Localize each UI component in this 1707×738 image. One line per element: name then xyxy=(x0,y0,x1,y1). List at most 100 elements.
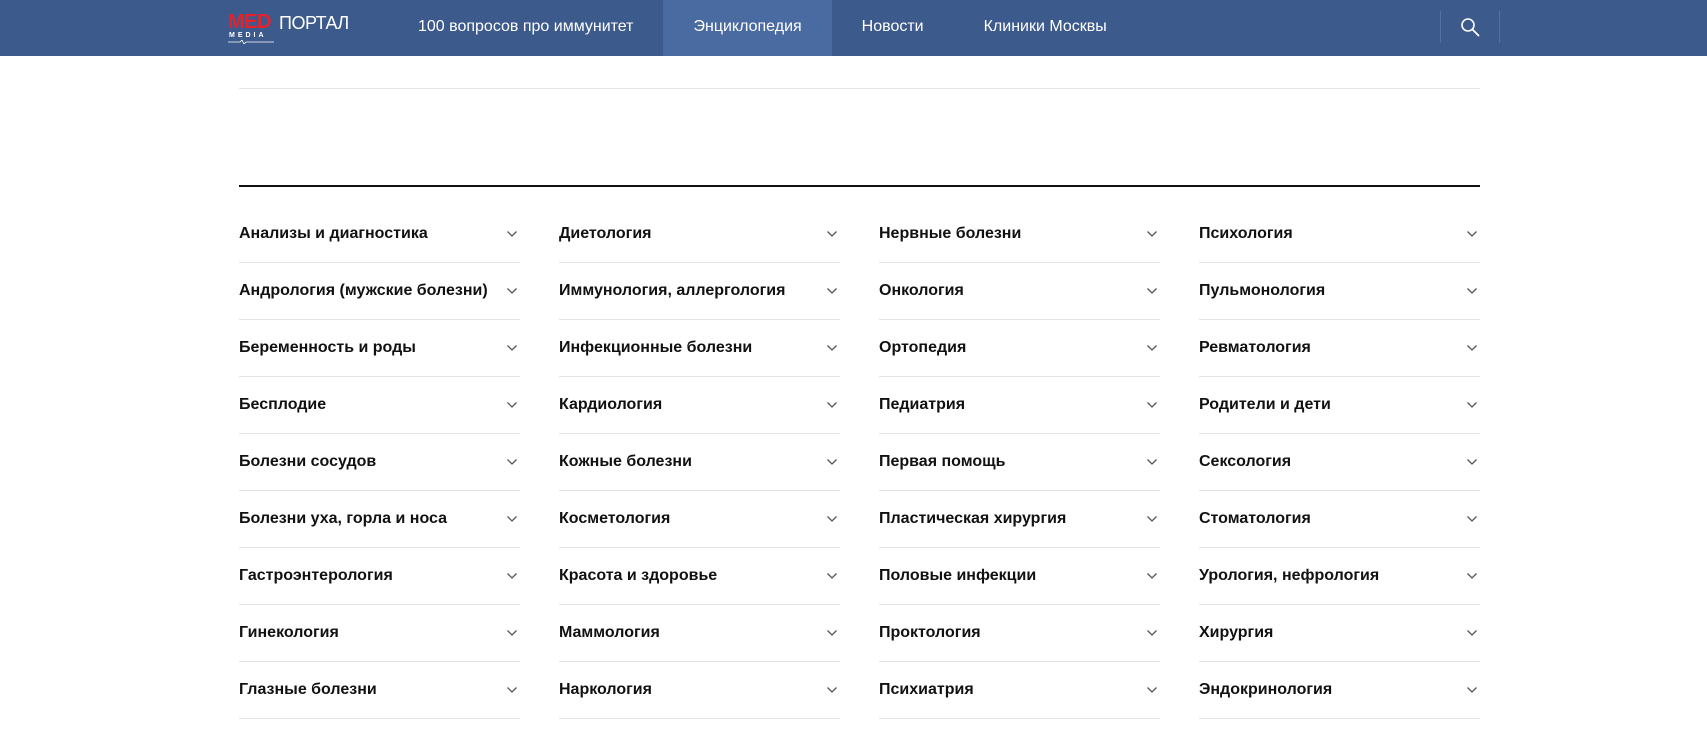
chevron-down-icon[interactable] xyxy=(826,515,838,523)
chevron-down-icon[interactable] xyxy=(506,686,518,694)
category-item[interactable]: Инфекционные болезни xyxy=(559,320,840,377)
chevron-down-icon[interactable] xyxy=(1466,572,1478,580)
category-label: Инфекционные болезни xyxy=(559,338,753,356)
category-item[interactable]: Эндокринология xyxy=(1199,662,1480,719)
category-label: Маммология xyxy=(559,623,660,641)
site-logo[interactable]: MED ПОРТАЛ MEDIA xyxy=(228,12,349,44)
category-item[interactable]: Гинекология xyxy=(239,605,520,662)
chevron-down-icon[interactable] xyxy=(506,230,518,238)
category-label: Пластическая хирургия xyxy=(879,509,1067,527)
category-item[interactable]: Бесплодие xyxy=(239,377,520,434)
search-button[interactable] xyxy=(1440,11,1500,43)
category-item[interactable]: Диетология xyxy=(559,206,840,263)
category-item[interactable]: Педиатрия xyxy=(879,377,1160,434)
chevron-down-icon[interactable] xyxy=(506,458,518,466)
category-item[interactable]: Иммунология, аллергология xyxy=(559,263,840,320)
chevron-down-icon[interactable] xyxy=(1146,344,1158,352)
category-label: Кожные болезни xyxy=(559,452,692,470)
chevron-down-icon[interactable] xyxy=(1146,287,1158,295)
category-item[interactable]: Хирургия xyxy=(1199,605,1480,662)
category-label: Первая помощь xyxy=(879,452,1006,470)
chevron-down-icon[interactable] xyxy=(506,287,518,295)
category-label: Родители и дети xyxy=(1199,395,1331,413)
chevron-down-icon[interactable] xyxy=(1146,515,1158,523)
chevron-down-icon[interactable] xyxy=(1146,458,1158,466)
chevron-down-icon[interactable] xyxy=(826,230,838,238)
category-item[interactable]: Онкология xyxy=(879,263,1160,320)
chevron-down-icon[interactable] xyxy=(506,629,518,637)
chevron-down-icon[interactable] xyxy=(826,401,838,409)
chevron-down-icon[interactable] xyxy=(1466,401,1478,409)
category-item[interactable]: Проктология xyxy=(879,605,1160,662)
category-item[interactable]: Красота и здоровье xyxy=(559,548,840,605)
chevron-down-icon[interactable] xyxy=(1146,629,1158,637)
category-label: Педиатрия xyxy=(879,395,966,413)
chevron-down-icon[interactable] xyxy=(826,572,838,580)
category-item[interactable]: Психиатрия xyxy=(879,662,1160,719)
chevron-down-icon[interactable] xyxy=(1466,287,1478,295)
chevron-down-icon[interactable] xyxy=(506,572,518,580)
nav-item-clinics[interactable]: Клиники Москвы xyxy=(954,0,1137,56)
logo-pulse-line xyxy=(228,40,274,44)
category-item[interactable]: Беременность и роды xyxy=(239,320,520,377)
divider-top xyxy=(239,88,1480,89)
category-label: Андрология (мужские болезни) xyxy=(239,281,488,299)
chevron-down-icon[interactable] xyxy=(826,287,838,295)
category-label: Половые инфекции xyxy=(879,566,1037,584)
category-label: Беременность и роды xyxy=(239,338,416,356)
chevron-down-icon[interactable] xyxy=(1146,686,1158,694)
category-item[interactable]: Косметология xyxy=(559,491,840,548)
category-label: Нервные болезни xyxy=(879,224,1022,242)
category-item[interactable]: Кожные болезни xyxy=(559,434,840,491)
chevron-down-icon[interactable] xyxy=(1466,515,1478,523)
nav-item-encyclopedia[interactable]: Энциклопедия xyxy=(663,0,832,56)
chevron-down-icon[interactable] xyxy=(506,401,518,409)
category-item[interactable]: Первая помощь xyxy=(879,434,1160,491)
chevron-down-icon[interactable] xyxy=(1466,344,1478,352)
category-item[interactable]: Анализы и диагностика xyxy=(239,206,520,263)
chevron-down-icon[interactable] xyxy=(826,686,838,694)
chevron-down-icon[interactable] xyxy=(506,515,518,523)
category-item[interactable]: Стоматология xyxy=(1199,491,1480,548)
chevron-down-icon[interactable] xyxy=(506,344,518,352)
chevron-down-icon[interactable] xyxy=(1466,686,1478,694)
chevron-down-icon[interactable] xyxy=(1146,572,1158,580)
category-item[interactable]: Урология, нефрология xyxy=(1199,548,1480,605)
category-item[interactable]: Болезни уха, горла и носа xyxy=(239,491,520,548)
category-label: Бесплодие xyxy=(239,395,327,413)
category-item[interactable]: Пульмонология xyxy=(1199,263,1480,320)
nav-item-news[interactable]: Новости xyxy=(832,0,954,56)
chevron-down-icon[interactable] xyxy=(1466,629,1478,637)
category-item[interactable]: Глазные болезни xyxy=(239,662,520,719)
category-item[interactable]: Андрология (мужские болезни) xyxy=(239,263,520,320)
category-label: Проктология xyxy=(879,623,981,641)
category-item[interactable]: Болезни сосудов xyxy=(239,434,520,491)
category-label: Ревматология xyxy=(1199,338,1311,356)
nav-item-immunity[interactable]: 100 вопросов про иммунитет xyxy=(388,0,663,56)
category-label: Наркология xyxy=(559,680,652,698)
category-item[interactable]: Ортопедия xyxy=(879,320,1160,377)
category-label: Пульмонология xyxy=(1199,281,1326,299)
category-item[interactable]: Психология xyxy=(1199,206,1480,263)
chevron-down-icon[interactable] xyxy=(826,458,838,466)
category-item[interactable]: Сексология xyxy=(1199,434,1480,491)
chevron-down-icon[interactable] xyxy=(826,344,838,352)
category-item[interactable]: Нервные болезни xyxy=(879,206,1160,263)
category-item[interactable]: Гастроэнтерология xyxy=(239,548,520,605)
category-item[interactable]: Наркология xyxy=(559,662,840,719)
chevron-down-icon[interactable] xyxy=(1146,230,1158,238)
category-item[interactable]: Кардиология xyxy=(559,377,840,434)
category-item[interactable]: Маммология xyxy=(559,605,840,662)
category-item[interactable]: Половые инфекции xyxy=(879,548,1160,605)
chevron-down-icon[interactable] xyxy=(1466,458,1478,466)
chevron-down-icon[interactable] xyxy=(1146,401,1158,409)
main-nav: 100 вопросов про иммунитет Энциклопедия … xyxy=(388,0,1137,56)
chevron-down-icon[interactable] xyxy=(1466,230,1478,238)
category-label: Иммунология, аллергология xyxy=(559,281,786,299)
category-item[interactable]: Родители и дети xyxy=(1199,377,1480,434)
chevron-down-icon[interactable] xyxy=(826,629,838,637)
category-item[interactable]: Ревматология xyxy=(1199,320,1480,377)
category-label: Эндокринология xyxy=(1199,680,1333,698)
category-item[interactable]: Пластическая хирургия xyxy=(879,491,1160,548)
category-label: Гастроэнтерология xyxy=(239,566,393,584)
